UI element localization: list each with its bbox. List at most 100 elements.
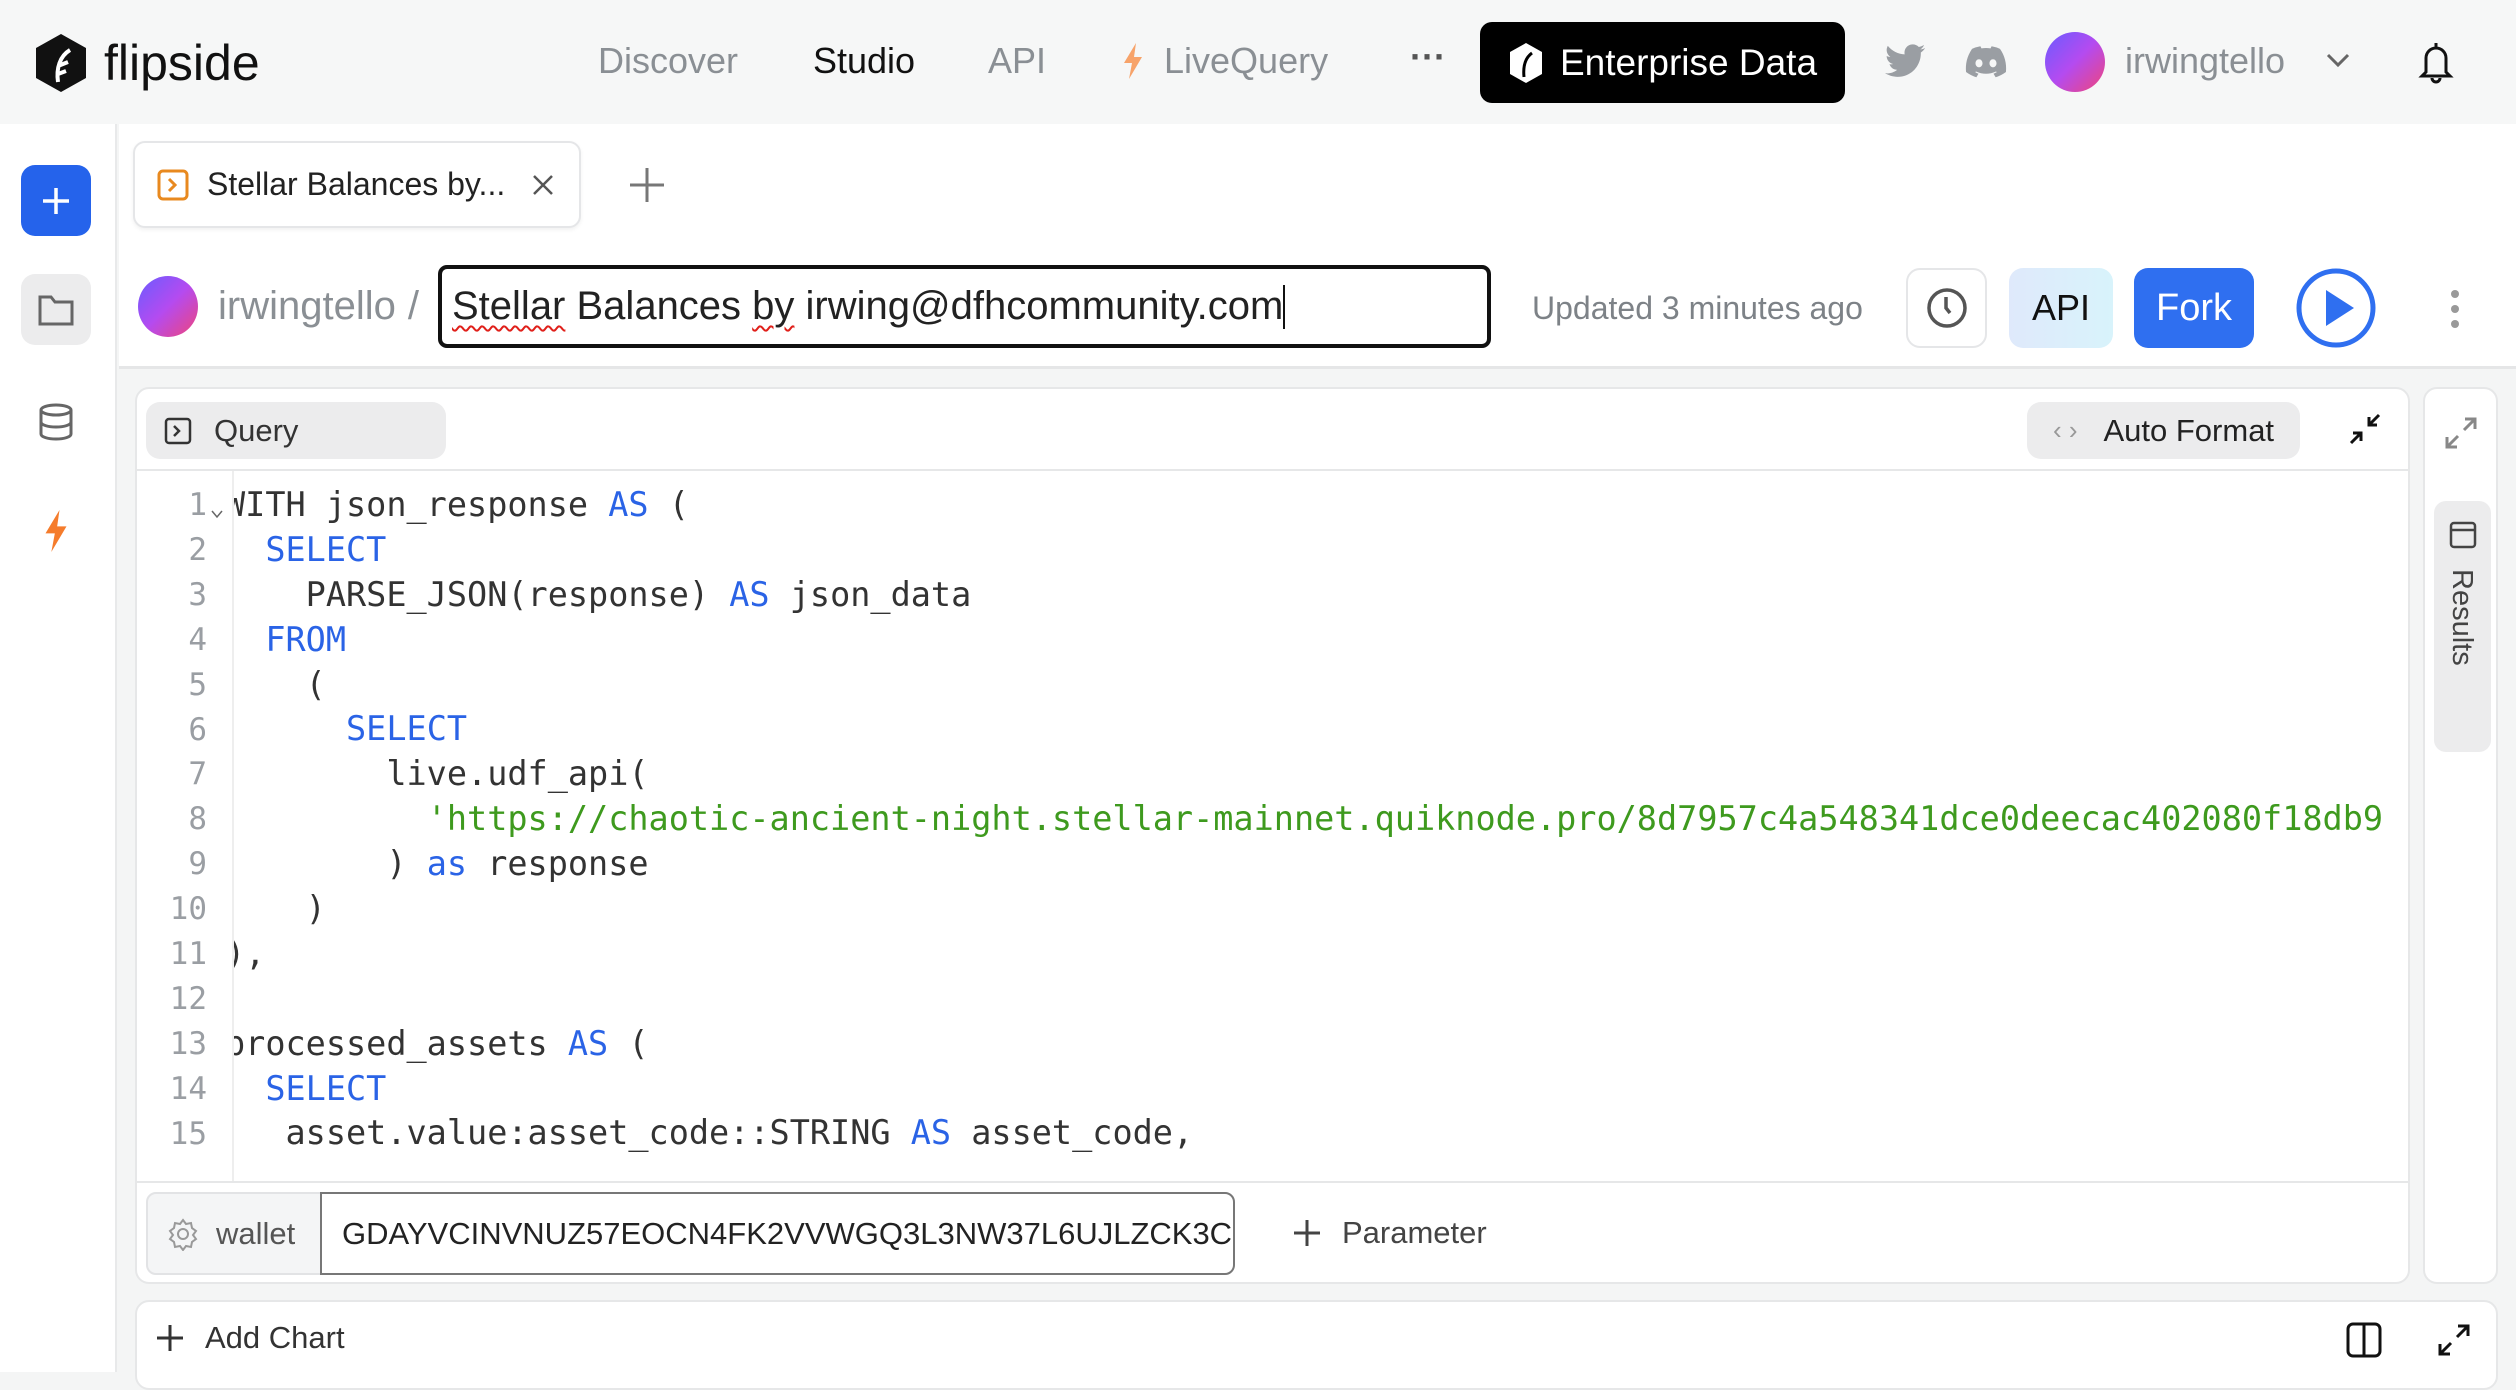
run-query-button[interactable] bbox=[2294, 266, 2378, 350]
code-keyword: as bbox=[426, 844, 468, 884]
nav-livequery[interactable]: LiveQuery bbox=[1122, 40, 1328, 82]
code-text: ( bbox=[648, 485, 689, 524]
query-icon bbox=[157, 169, 189, 200]
add-chart-button[interactable]: Add Chart bbox=[155, 1320, 345, 1356]
code-text: processed_assets bbox=[234, 1023, 568, 1063]
code-text: asset_code, bbox=[951, 1113, 1194, 1153]
code-text: PARSE_JSON(response) bbox=[234, 574, 730, 614]
nav-studio[interactable]: Studio bbox=[813, 40, 915, 82]
chevron-down-icon[interactable] bbox=[2325, 52, 2351, 68]
tab-label: Stellar Balances by... bbox=[207, 166, 506, 202]
code-line: SELECT bbox=[234, 528, 2408, 573]
line-number: 5 bbox=[188, 666, 207, 703]
text-cursor bbox=[1283, 284, 1286, 329]
results-tab-label: Results bbox=[2446, 569, 2478, 666]
sidebar-files-button[interactable] bbox=[21, 274, 91, 345]
line-number: 9 bbox=[188, 846, 207, 883]
fork-button[interactable]: Fork bbox=[2134, 268, 2254, 348]
add-chart-label: Add Chart bbox=[205, 1320, 345, 1355]
breadcrumb-separator: / bbox=[407, 284, 419, 328]
code-text: WITH json_response bbox=[234, 485, 609, 524]
owner-breadcrumb: irwingtello / bbox=[218, 284, 419, 329]
bell-icon[interactable] bbox=[2418, 40, 2454, 84]
database-icon[interactable] bbox=[37, 402, 75, 442]
add-chart-bar: Add Chart bbox=[135, 1300, 2498, 1390]
api-button[interactable]: API bbox=[2009, 268, 2113, 348]
line-number: 10 bbox=[169, 891, 207, 928]
fold-chevron-icon[interactable] bbox=[210, 509, 224, 519]
code-line: asset.value:asset_code::STRING AS asset_… bbox=[234, 1111, 2408, 1156]
twitter-icon[interactable] bbox=[1885, 44, 1925, 78]
parameter-value-input[interactable]: GDAYVCINVNUZ57EOCN4FK2VVWGQ3L3NW37L6UJLZ… bbox=[320, 1192, 1235, 1275]
parameter-wallet: wallet GDAYVCINVNUZ57EOCN4FK2VVWGQ3L3NW3… bbox=[146, 1192, 1235, 1275]
code-keyword: SELECT bbox=[346, 709, 468, 749]
nav-discover[interactable]: Discover bbox=[598, 40, 738, 82]
code-text: json_data bbox=[769, 574, 972, 614]
line-number: 14 bbox=[169, 1070, 207, 1107]
more-menu-button[interactable]: ··· bbox=[1410, 36, 1446, 78]
code-line: 'https://chaotic-ancient-night.stellar-m… bbox=[234, 797, 2408, 842]
code-text: asset.value:asset_code::STRING bbox=[234, 1113, 911, 1153]
logo-text: flipside bbox=[104, 35, 260, 91]
code-string: 'https://chaotic-ancient-night.stellar-m… bbox=[426, 799, 2384, 839]
code-text: ( bbox=[234, 664, 326, 704]
split-view-icon[interactable] bbox=[2346, 1322, 2382, 1358]
title-misspelled-word: by bbox=[752, 284, 795, 328]
flipside-logo[interactable]: flipside bbox=[34, 34, 260, 92]
title-misspelled-word: Stellar bbox=[452, 284, 566, 328]
discord-icon[interactable] bbox=[1965, 46, 2007, 78]
terminal-icon bbox=[164, 417, 192, 444]
code-keyword: AS bbox=[567, 1023, 609, 1063]
expand-icon[interactable] bbox=[2443, 415, 2479, 451]
line-number: 11 bbox=[169, 936, 207, 973]
auto-format-button[interactable]: ‹ › Auto Format bbox=[2027, 402, 2300, 459]
parameter-name: wallet bbox=[216, 1215, 296, 1251]
updated-timestamp: Updated 3 minutes ago bbox=[1532, 290, 1863, 326]
nav-api[interactable]: API bbox=[988, 40, 1046, 82]
code-brackets-icon: ‹ › bbox=[2052, 415, 2078, 445]
livequery-bolt-icon[interactable] bbox=[43, 510, 69, 552]
code-keyword: SELECT bbox=[265, 1068, 387, 1108]
new-button[interactable] bbox=[21, 165, 91, 236]
code-line: ) bbox=[234, 887, 2408, 932]
query-tab-label: Query bbox=[214, 412, 299, 448]
history-button[interactable] bbox=[1906, 268, 1987, 348]
query-editor-tab[interactable]: Query bbox=[146, 402, 446, 459]
more-options-icon[interactable] bbox=[2448, 288, 2462, 330]
line-number: 13 bbox=[169, 1025, 207, 1062]
code-line: live.udf_api( bbox=[234, 752, 2408, 797]
user-menu-name[interactable]: irwingtello bbox=[2125, 40, 2285, 82]
query-title-input[interactable]: Stellar Balances by irwing@dfhcommunity.… bbox=[438, 265, 1491, 348]
fullscreen-icon[interactable] bbox=[2436, 1322, 2472, 1358]
collapse-icon[interactable] bbox=[2347, 411, 2383, 447]
owner-avatar[interactable] bbox=[138, 276, 198, 337]
code-line: PARSE_JSON(response) AS json_data bbox=[234, 573, 2408, 618]
user-avatar[interactable] bbox=[2045, 32, 2105, 92]
code-line: SELECT bbox=[234, 707, 2408, 752]
code-line: ), bbox=[234, 932, 2408, 977]
add-parameter-button[interactable]: Parameter bbox=[1292, 1215, 1487, 1251]
code-editor[interactable]: WITH json_response AS ( SELECT PARSE_JSO… bbox=[234, 471, 2408, 1181]
new-tab-icon[interactable] bbox=[628, 166, 666, 204]
plus-icon bbox=[43, 187, 69, 214]
code-line: ) as response bbox=[234, 842, 2408, 887]
code-text: ), bbox=[234, 933, 266, 973]
results-side-panel: Results bbox=[2423, 387, 2498, 1284]
close-icon[interactable] bbox=[531, 173, 555, 197]
code-text: ( bbox=[608, 1023, 649, 1063]
line-number: 8 bbox=[188, 801, 207, 838]
flipside-logo-icon bbox=[36, 34, 86, 92]
enterprise-data-button[interactable]: Enterprise Data bbox=[1480, 22, 1845, 103]
owner-name[interactable]: irwingtello bbox=[218, 284, 396, 329]
code-text: ) bbox=[234, 844, 427, 884]
auto-format-label: Auto Format bbox=[2103, 412, 2275, 448]
gear-icon[interactable] bbox=[166, 1217, 200, 1251]
tab-stellar-balances[interactable]: Stellar Balances by... bbox=[133, 141, 581, 228]
results-tab[interactable]: Results bbox=[2434, 501, 2491, 752]
line-number: 6 bbox=[188, 711, 207, 748]
line-number: 1 bbox=[188, 487, 207, 523]
clock-icon bbox=[1926, 288, 1967, 328]
